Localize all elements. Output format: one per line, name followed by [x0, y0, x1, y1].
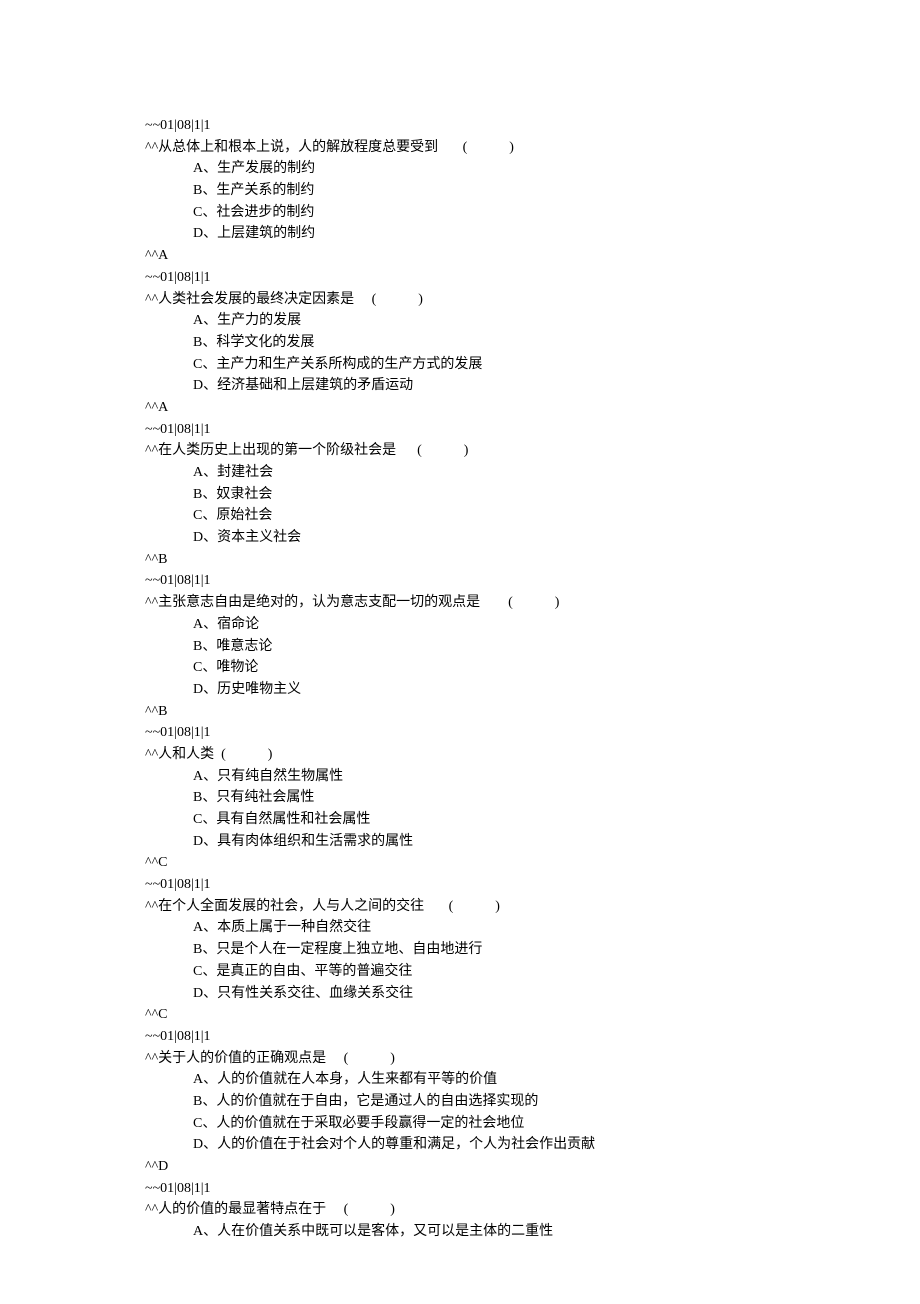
answer-value: B: [158, 552, 167, 567]
question-option: C、原始社会: [145, 505, 920, 527]
question-header: ~~01|08|1|1: [145, 419, 920, 441]
stem-text: 从总体上和根本上说，人的解放程度总要受到: [158, 140, 438, 155]
answer-blank: ( ): [354, 292, 423, 307]
question-stem: ^^主张意志自由是绝对的，认为意志支配一切的观点是 ( ): [145, 592, 920, 614]
answer-blank: ( ): [438, 140, 514, 155]
stem-text: 在人类历史上出现的第一个阶级社会是: [158, 443, 396, 458]
question-option: B、只是个人在一定程度上独立地、自由地进行: [145, 939, 920, 961]
answer-value: B: [158, 704, 167, 719]
question-option: D、人的价值在于社会对个人的尊重和满足，个人为社会作出贡献: [145, 1134, 920, 1156]
question-header: ~~01|08|1|1: [145, 722, 920, 744]
stem-text: 人的价值的最显著特点在于: [158, 1202, 326, 1217]
question-option: B、奴隶社会: [145, 484, 920, 506]
stem-prefix: ^^: [145, 443, 158, 458]
question-stem: ^^人的价值的最显著特点在于 ( ): [145, 1199, 920, 1221]
question-option: C、社会进步的制约: [145, 202, 920, 224]
question-answer: ^^B: [145, 549, 920, 571]
answer-prefix: ^^: [145, 1007, 158, 1022]
question-option: B、人的价值就在于自由，它是通过人的自由选择实现的: [145, 1091, 920, 1113]
question-option: C、人的价值就在于采取必要手段赢得一定的社会地位: [145, 1113, 920, 1135]
question-stem: ^^关于人的价值的正确观点是 ( ): [145, 1048, 920, 1070]
question-option: A、生产力的发展: [145, 310, 920, 332]
question-option: C、具有自然属性和社会属性: [145, 809, 920, 831]
answer-value: A: [158, 400, 168, 415]
stem-prefix: ^^: [145, 747, 158, 762]
question-answer: ^^C: [145, 852, 920, 874]
question-option: B、生产关系的制约: [145, 180, 920, 202]
question-answer: ^^D: [145, 1156, 920, 1178]
answer-prefix: ^^: [145, 855, 158, 870]
answer-value: D: [158, 1159, 168, 1174]
question-option: B、科学文化的发展: [145, 332, 920, 354]
answer-prefix: ^^: [145, 248, 158, 263]
question-option: D、只有性关系交往、血缘关系交往: [145, 983, 920, 1005]
answer-blank: ( ): [326, 1051, 395, 1066]
stem-prefix: ^^: [145, 292, 158, 307]
question-option: D、具有肉体组织和生活需求的属性: [145, 831, 920, 853]
question-option: A、人的价值就在人本身，人生来都有平等的价值: [145, 1069, 920, 1091]
question-option: D、资本主义社会: [145, 527, 920, 549]
question-option: A、本质上属于一种自然交往: [145, 917, 920, 939]
answer-value: C: [158, 855, 167, 870]
document-page: ~~01|08|1|1^^从总体上和根本上说，人的解放程度总要受到 ( )A、生…: [0, 0, 920, 1304]
question-option: B、唯意志论: [145, 636, 920, 658]
question-stem: ^^在人类历史上出现的第一个阶级社会是 ( ): [145, 440, 920, 462]
answer-prefix: ^^: [145, 1159, 158, 1174]
answer-value: A: [158, 248, 168, 263]
question-stem: ^^在个人全面发展的社会，人与人之间的交往 ( ): [145, 896, 920, 918]
question-option: D、历史唯物主义: [145, 679, 920, 701]
question-option: C、唯物论: [145, 657, 920, 679]
question-option: D、经济基础和上层建筑的矛盾运动: [145, 375, 920, 397]
question-answer: ^^B: [145, 701, 920, 723]
answer-prefix: ^^: [145, 704, 158, 719]
question-option: C、是真正的自由、平等的普遍交往: [145, 961, 920, 983]
question-stem: ^^人和人类 ( ): [145, 744, 920, 766]
question-option: B、只有纯社会属性: [145, 787, 920, 809]
answer-blank: ( ): [424, 899, 500, 914]
stem-text: 人类社会发展的最终决定因素是: [158, 292, 354, 307]
question-option: C、主产力和生产关系所构成的生产方式的发展: [145, 354, 920, 376]
stem-text: 人和人类: [158, 747, 214, 762]
question-header: ~~01|08|1|1: [145, 874, 920, 896]
question-option: A、只有纯自然生物属性: [145, 766, 920, 788]
stem-prefix: ^^: [145, 140, 158, 155]
question-header: ~~01|08|1|1: [145, 1026, 920, 1048]
question-stem: ^^从总体上和根本上说，人的解放程度总要受到 ( ): [145, 137, 920, 159]
question-answer: ^^C: [145, 1004, 920, 1026]
answer-prefix: ^^: [145, 552, 158, 567]
stem-prefix: ^^: [145, 1051, 158, 1066]
stem-prefix: ^^: [145, 899, 158, 914]
question-header: ~~01|08|1|1: [145, 570, 920, 592]
question-option: A、生产发展的制约: [145, 158, 920, 180]
question-stem: ^^人类社会发展的最终决定因素是 ( ): [145, 289, 920, 311]
answer-prefix: ^^: [145, 400, 158, 415]
question-answer: ^^A: [145, 397, 920, 419]
stem-text: 在个人全面发展的社会，人与人之间的交往: [158, 899, 424, 914]
question-header: ~~01|08|1|1: [145, 267, 920, 289]
question-header: ~~01|08|1|1: [145, 1178, 920, 1200]
stem-text: 主张意志自由是绝对的，认为意志支配一切的观点是: [158, 595, 480, 610]
stem-text: 关于人的价值的正确观点是: [158, 1051, 326, 1066]
stem-prefix: ^^: [145, 595, 158, 610]
answer-blank: ( ): [326, 1202, 395, 1217]
answer-blank: ( ): [396, 443, 468, 458]
question-option: A、宿命论: [145, 614, 920, 636]
answer-blank: ( ): [214, 747, 272, 762]
question-option: A、人在价值关系中既可以是客体，又可以是主体的二重性: [145, 1221, 920, 1243]
stem-prefix: ^^: [145, 1202, 158, 1217]
question-answer: ^^A: [145, 245, 920, 267]
answer-blank: ( ): [480, 595, 559, 610]
question-option: A、封建社会: [145, 462, 920, 484]
answer-value: C: [158, 1007, 167, 1022]
question-header: ~~01|08|1|1: [145, 115, 920, 137]
question-option: D、上层建筑的制约: [145, 223, 920, 245]
